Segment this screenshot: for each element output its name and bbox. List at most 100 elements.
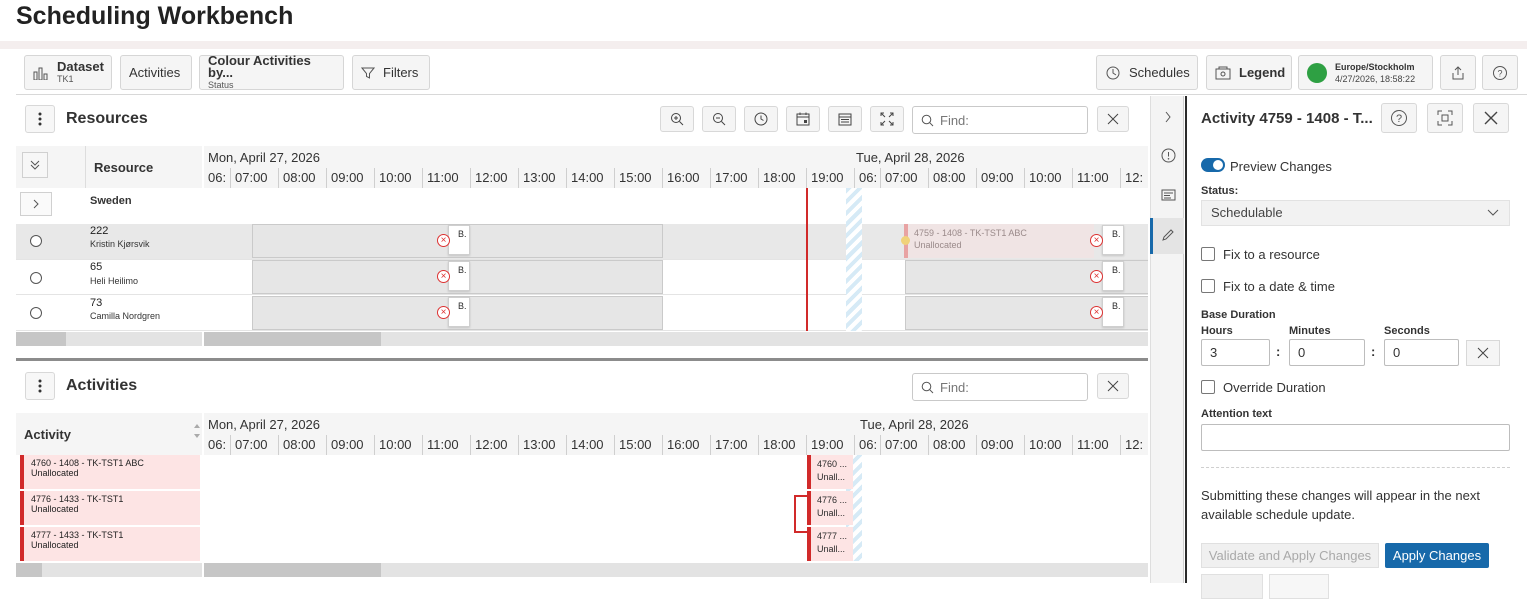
attention-text-input[interactable] — [1201, 424, 1510, 451]
help-button[interactable]: ? — [1482, 55, 1518, 90]
hour-label: 18:00 — [758, 168, 796, 188]
hour-label: 10:00 — [1024, 435, 1062, 455]
activities-clear-button[interactable] — [1097, 373, 1129, 399]
drag-handle[interactable] — [901, 236, 910, 245]
activities-find-input[interactable]: Find: — [912, 373, 1088, 401]
zoom-in-button[interactable] — [660, 106, 694, 132]
break-chip[interactable]: B. — [448, 297, 470, 327]
detail-help-button[interactable]: ? — [1381, 103, 1417, 133]
day-view-button[interactable] — [786, 106, 820, 132]
break-chip[interactable]: B. — [448, 225, 470, 255]
resources-gantt-scrollbar[interactable] — [204, 332, 1148, 346]
filters-button[interactable]: Filters — [352, 55, 430, 90]
activities-left-scrollbar[interactable] — [16, 563, 202, 577]
export-button[interactable] — [1440, 55, 1476, 90]
hour-label: 06: — [208, 437, 227, 452]
detail-close-button[interactable] — [1473, 103, 1509, 133]
clear-duration-button[interactable] — [1466, 340, 1500, 366]
resource-column-label: Resource — [94, 160, 154, 175]
ghost-activity[interactable]: 4759 - 1408 - TK-TST1 ABC Unallocated — [904, 224, 1094, 258]
scrollbar-thumb[interactable] — [204, 563, 381, 577]
fit-view-button[interactable] — [870, 106, 904, 132]
apply-changes-button[interactable]: Apply Changes — [1385, 543, 1489, 568]
search-icon — [921, 114, 934, 127]
fit-screen-icon — [880, 112, 894, 126]
activities-menu-button[interactable] — [25, 372, 55, 400]
timezone-button[interactable]: Europe/Stockholm 4/27/2026, 18:58:22 — [1298, 55, 1433, 90]
panel-splitter[interactable] — [16, 358, 1148, 361]
hour-label: 13:00 — [518, 435, 556, 455]
edit-button[interactable] — [1159, 226, 1177, 244]
colour-activities-value: Status — [208, 79, 234, 90]
activity-row[interactable]: 4776 - 1433 - TK-TST1 Unallocated — [20, 491, 200, 525]
zoom-in-icon — [670, 112, 684, 126]
collapse-panel-button[interactable] — [1159, 108, 1177, 126]
week-view-button[interactable] — [828, 106, 862, 132]
resource-radio[interactable] — [30, 235, 42, 247]
cancel-button[interactable] — [1269, 574, 1329, 599]
legend-button[interactable]: Legend — [1206, 55, 1292, 90]
colour-activities-button[interactable]: Colour Activities by... Status — [199, 54, 344, 90]
activity-chip[interactable]: 4760 ... Unall... — [807, 455, 853, 489]
hour-label: 08:00 — [928, 435, 966, 455]
preview-changes-toggle[interactable] — [1201, 158, 1225, 172]
collapse-all-button[interactable] — [22, 152, 48, 178]
expand-group-button[interactable] — [20, 192, 52, 216]
break-chip[interactable]: B. — [1102, 297, 1124, 327]
override-duration-label: Override Duration — [1223, 380, 1326, 395]
seconds-input[interactable]: 0 — [1384, 339, 1459, 366]
fix-resource-checkbox[interactable] — [1201, 247, 1215, 261]
resources-find-input[interactable]: Find: — [912, 106, 1088, 134]
status-indicator — [1307, 62, 1327, 83]
dataset-button[interactable]: Dataset TK1 — [24, 55, 112, 90]
zoom-out-button[interactable] — [702, 106, 736, 132]
hour-label: 07:00 — [230, 435, 268, 455]
activities-button[interactable]: Activities — [120, 55, 192, 90]
hour-label: 07:00 — [880, 168, 918, 188]
pencil-icon — [1161, 228, 1175, 242]
detail-expand-button[interactable] — [1427, 103, 1463, 133]
sort-icon[interactable] — [194, 423, 200, 439]
scrollbar-thumb[interactable] — [204, 332, 381, 346]
break-chip[interactable]: B. — [1102, 261, 1124, 291]
status-select[interactable]: Schedulable — [1201, 200, 1510, 226]
now-button[interactable] — [744, 106, 778, 132]
hour-label: 14:00 — [566, 435, 604, 455]
scrollbar-thumb[interactable] — [16, 332, 66, 346]
chevron-down-icon — [1487, 209, 1499, 217]
activity-row[interactable]: 4760 - 1408 - TK-TST1 ABC Unallocated — [20, 455, 200, 489]
hour-label: 09:00 — [976, 435, 1014, 455]
hour-label: 09:00 — [326, 168, 364, 188]
validate-apply-button[interactable]: Validate and Apply Changes — [1201, 543, 1379, 568]
hour-label: 11:00 — [422, 435, 459, 455]
card-view-button[interactable] — [1159, 186, 1177, 204]
minutes-input[interactable]: 0 — [1289, 339, 1365, 366]
activity-row[interactable]: 4777 - 1433 - TK-TST1 Unallocated — [20, 527, 200, 561]
override-duration-checkbox[interactable] — [1201, 380, 1215, 394]
hours-input[interactable]: 3 — [1201, 339, 1270, 366]
schedules-button[interactable]: Schedules — [1096, 55, 1198, 90]
fix-datetime-checkbox[interactable] — [1201, 279, 1215, 293]
activity-chip[interactable]: 4777 ... Unall... — [807, 527, 853, 561]
close-icon — [1477, 347, 1489, 359]
activity-chip[interactable]: 4776 ... Unall... — [807, 491, 853, 525]
resources-left-scrollbar[interactable] — [16, 332, 202, 346]
resource-radio[interactable] — [30, 307, 42, 319]
activity-status: Unallocated — [31, 468, 79, 478]
resource-group-label: Sweden — [90, 195, 132, 207]
activities-gantt-scrollbar[interactable] — [204, 563, 1148, 577]
secondary-button[interactable] — [1201, 574, 1263, 599]
break-chip[interactable]: B. — [448, 261, 470, 291]
break-chip[interactable]: B. — [1102, 225, 1124, 255]
alerts-button[interactable] — [1159, 146, 1177, 164]
error-icon: × — [1090, 306, 1103, 319]
zoom-out-icon — [712, 112, 726, 126]
resource-radio[interactable] — [30, 272, 42, 284]
hour-label: 16:00 — [662, 168, 700, 188]
resources-clear-button[interactable] — [1097, 106, 1129, 132]
non-working-marker — [846, 188, 862, 331]
resources-menu-button[interactable] — [25, 105, 55, 133]
scrollbar-thumb[interactable] — [16, 563, 42, 577]
resource-id: 73 — [90, 297, 103, 309]
time-separator: : — [1371, 344, 1376, 359]
